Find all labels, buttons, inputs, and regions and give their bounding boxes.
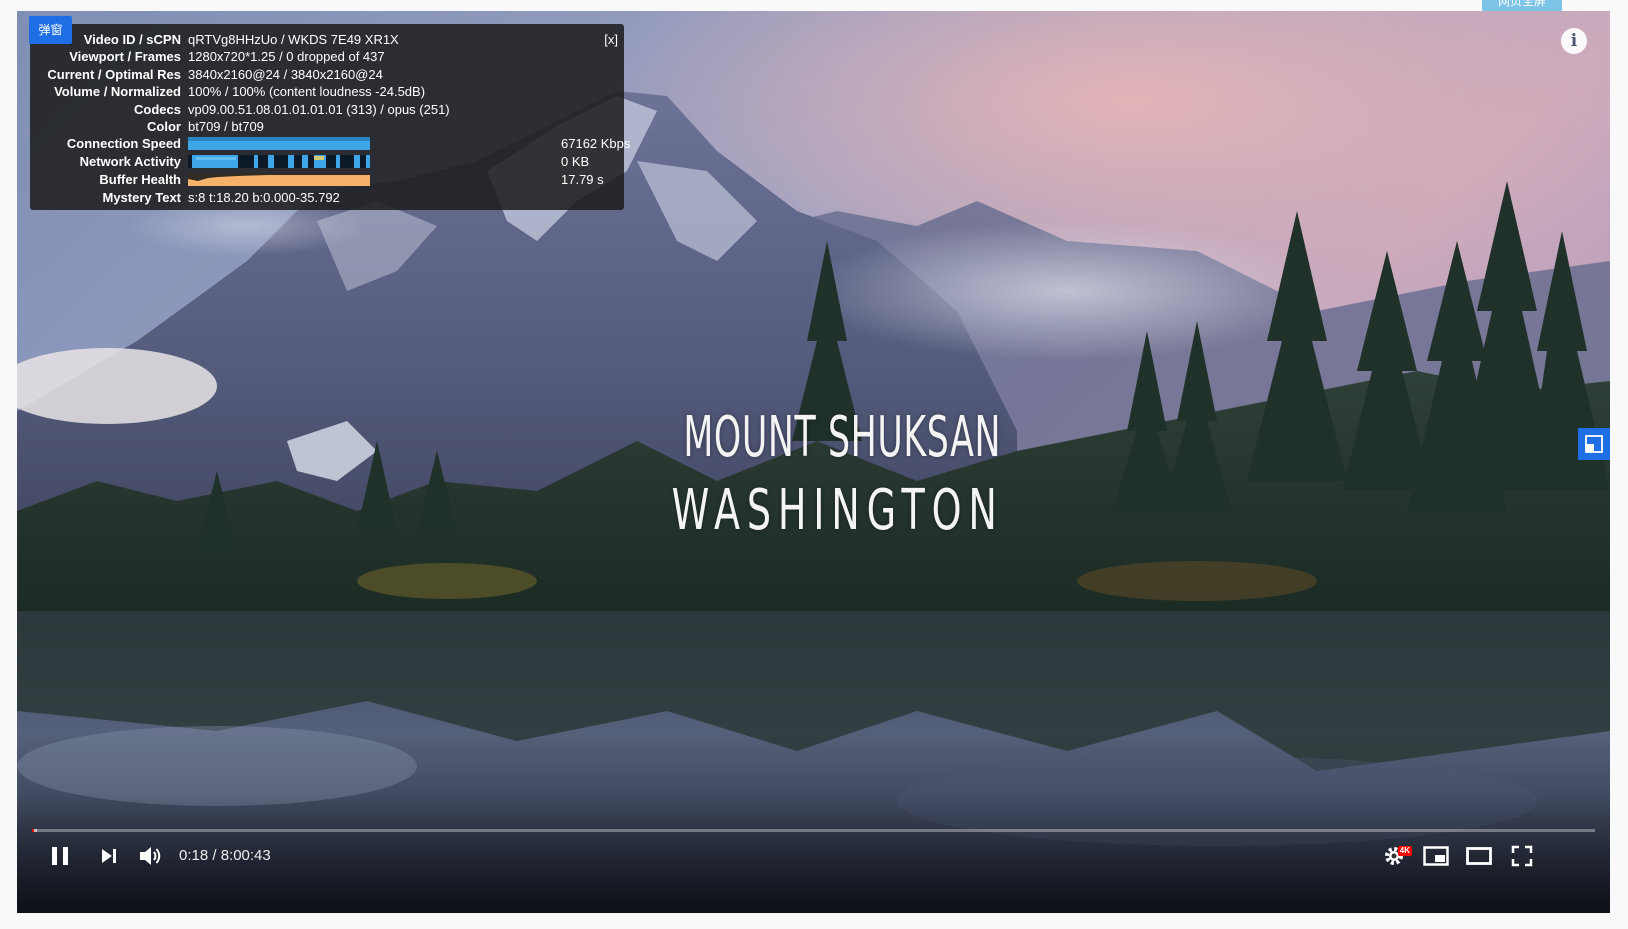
video-title-line-1: MOUNT SHUKSAN: [683, 405, 1002, 470]
stat-label: Viewport / Frames: [69, 49, 181, 65]
stats-for-nerds-panel: Video ID / sCPN qRTVg8HHzUo / WKDS 7E49 …: [30, 24, 631, 210]
stat-value: 3840x2160@24 / 3840x2160@24: [188, 66, 383, 82]
stat-label: Connection Speed: [66, 136, 181, 152]
info-icon[interactable]: i: [1561, 28, 1587, 54]
page-fullscreen-tab[interactable]: 网页全屏: [1482, 0, 1562, 11]
stat-row-network-activity: Network Activity 0 KB: [30, 153, 618, 171]
stat-label: Buffer Health: [99, 172, 181, 188]
connection-speed-graph: [188, 137, 370, 151]
fullscreen-button[interactable]: [1507, 841, 1537, 871]
video-title-line-2: WASHINGTON: [671, 478, 1004, 543]
stat-row-resolution: Current / Optimal Res 3840x2160@24 / 384…: [30, 66, 618, 83]
stat-value: bt709 / bt709: [188, 118, 264, 134]
page-fullscreen-label: 网页全屏: [1497, 0, 1546, 8]
stat-row-color: Color bt709 / bt709: [30, 118, 618, 135]
theater-mode-button[interactable]: [1464, 841, 1494, 871]
stat-label: Mystery Text: [102, 190, 181, 206]
stat-label: Current / Optimal Res: [47, 66, 181, 82]
next-icon: [102, 849, 116, 863]
stat-row-mystery-text: Mystery Text s:8 t:18.20 b:0.000-35.792: [30, 189, 618, 206]
video-player[interactable]: MOUNT SHUKSAN WASHINGTON Video ID / sCPN…: [17, 11, 1610, 913]
settings-button[interactable]: 4K: [1379, 841, 1412, 871]
stat-row-volume: Volume / Normalized 100% / 100% (content…: [30, 83, 618, 100]
stat-value: 1280x720*1.25 / 0 dropped of 437: [188, 49, 385, 65]
buffer-health-value: 17.79 s: [561, 172, 604, 188]
progress-played: [32, 829, 34, 832]
miniplayer-icon: [1423, 846, 1449, 866]
stat-label: Color: [147, 118, 181, 134]
window-icon: [1585, 435, 1603, 453]
stat-value: s:8 t:18.20 b:0.000-35.792: [188, 190, 340, 206]
theater-icon: [1466, 847, 1492, 865]
stat-row-viewport: Viewport / Frames 1280x720*1.25 / 0 drop…: [30, 48, 618, 65]
side-float-button[interactable]: [1578, 428, 1610, 460]
stat-row-video-id: Video ID / sCPN qRTVg8HHzUo / WKDS 7E49 …: [30, 31, 618, 48]
stats-close-button[interactable]: [x]: [604, 31, 618, 48]
stat-label: Network Activity: [79, 154, 181, 170]
miniplayer-button[interactable]: [1421, 841, 1451, 871]
buffer-health-graph: [188, 173, 370, 187]
stat-label: Codecs: [134, 101, 181, 117]
volume-icon: [140, 847, 161, 865]
mute-button[interactable]: [135, 841, 167, 871]
pause-icon: [52, 847, 68, 865]
stat-value: vp09.00.51.08.01.01.01.01 (313) / opus (…: [188, 101, 450, 117]
stat-value: qRTVg8HHzUo / WKDS 7E49 XR1X: [188, 32, 399, 47]
popup-badge-button[interactable]: 弹窗: [29, 16, 72, 44]
next-button[interactable]: [95, 841, 123, 871]
pause-button[interactable]: [45, 841, 75, 871]
stat-row-connection-speed: Connection Speed 67162 Kbps: [30, 135, 631, 153]
connection-speed-value: 67162 Kbps: [561, 136, 631, 152]
quality-badge: 4K: [1397, 846, 1412, 856]
stat-label: Volume / Normalized: [54, 84, 181, 100]
time-display: 0:18 / 8:00:43: [179, 847, 271, 864]
progress-bar[interactable]: [32, 829, 1595, 832]
fullscreen-icon: [1511, 845, 1533, 867]
network-activity-graph: [188, 155, 370, 169]
stat-value: 100% / 100% (content loudness -24.5dB): [188, 84, 426, 100]
stat-row-codecs: Codecs vp09.00.51.08.01.01.01.01 (313) /…: [30, 101, 618, 118]
stat-row-buffer-health: Buffer Health 17.79 s: [30, 171, 618, 189]
network-activity-value: 0 KB: [561, 154, 590, 170]
